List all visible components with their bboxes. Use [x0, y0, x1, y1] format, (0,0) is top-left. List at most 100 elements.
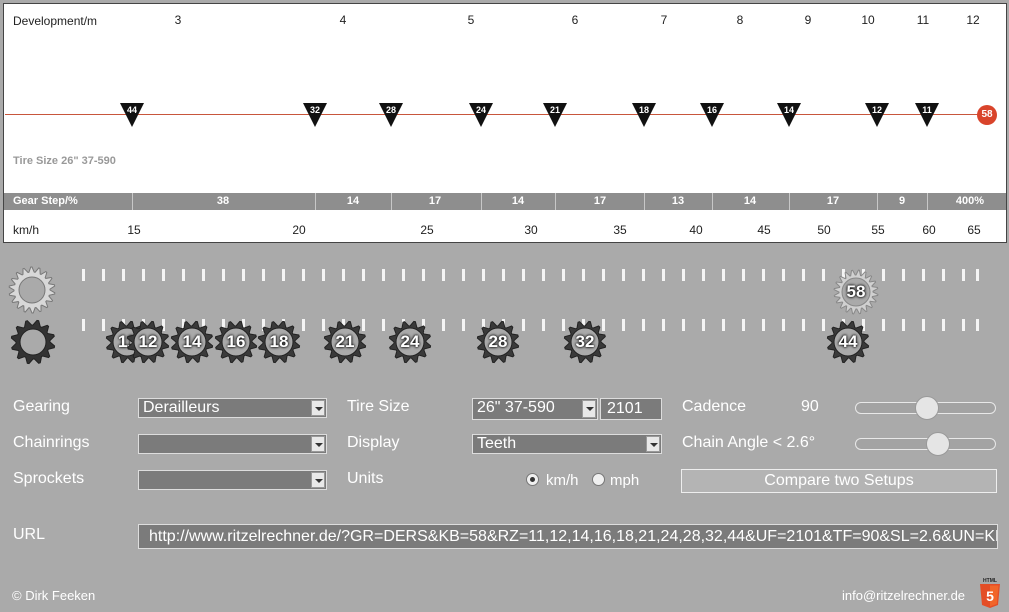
url-input[interactable]: http://www.ritzelrechner.de/?GR=DERS&KB=…	[138, 524, 998, 549]
units-label: Units	[347, 470, 384, 487]
development-label: Development/m	[13, 14, 98, 28]
gear-teeth-label: 18	[269, 332, 289, 351]
gear-teeth-label: 14	[182, 332, 202, 351]
chainring-gear[interactable]: 58	[833, 269, 879, 315]
sprocket-marker: 24	[467, 102, 495, 128]
sprocket-marker: 18	[630, 102, 658, 128]
speed-unit-label: km/h	[13, 223, 40, 237]
url-label: URL	[13, 526, 46, 543]
cadence-label: Cadence	[682, 398, 747, 415]
tire-size-select[interactable]: 26" 37-590	[472, 398, 598, 420]
gear-teeth-label: 28	[488, 332, 508, 351]
html5-icon: HTML 5	[980, 578, 1000, 608]
display-label: Display	[347, 434, 400, 451]
unit-kmh-label[interactable]: km/h	[546, 472, 579, 489]
sprocket-marker-label: 24	[475, 105, 486, 115]
sprocket-marker: 14	[775, 102, 803, 128]
speed-tick-label: 25	[420, 223, 434, 237]
gear-teeth-label: 58	[846, 282, 866, 301]
unit-kmh-radio[interactable]	[526, 473, 539, 486]
gear-chart: Development/m 3 4 5 6 7 8 9 10 11 12 44 32 28 24 21 18…	[3, 3, 1007, 243]
gear-step-value: 17	[826, 195, 840, 207]
gear-teeth-label: 24	[400, 332, 420, 351]
development-tick-label: 11	[916, 13, 930, 27]
copyright-text: © Dirk Feeken	[12, 588, 96, 603]
development-tick-label: 7	[660, 13, 668, 27]
development-tick-label: 5	[467, 13, 475, 27]
unit-mph-label[interactable]: mph	[610, 472, 639, 489]
speed-tick-label: 55	[871, 223, 885, 237]
sprocket-gear[interactable]: 44	[826, 320, 870, 364]
unit-mph-radio[interactable]	[592, 473, 605, 486]
chevron-down-icon	[582, 400, 596, 418]
email-link[interactable]: info@ritzelrechner.de	[842, 588, 965, 603]
speed-tick-label: 15	[127, 223, 141, 237]
sprocket-gear[interactable]: 21	[323, 320, 367, 364]
development-tick-label: 10	[861, 13, 875, 27]
sprocket-gear[interactable]: 14	[170, 320, 214, 364]
chainring-reference-icon	[8, 266, 56, 314]
chevron-down-icon	[646, 436, 660, 452]
sprocket-marker-label: 18	[638, 105, 649, 115]
speed-tick-label: 30	[524, 223, 538, 237]
gear-step-title: Gear Step/%	[13, 195, 78, 207]
chevron-down-icon	[311, 472, 325, 488]
speed-tick-label: 60	[922, 223, 936, 237]
cadence-slider[interactable]	[855, 396, 996, 420]
display-select-value: Teeth	[477, 435, 517, 452]
chevron-down-icon	[311, 436, 325, 452]
sprocket-marker-label: 21	[549, 105, 560, 115]
gearing-select-value: Derailleurs	[143, 399, 220, 416]
chain-angle-slider[interactable]	[855, 432, 996, 456]
speed-tick-label: 50	[817, 223, 831, 237]
sprocket-gear[interactable]: 18	[257, 320, 301, 364]
sprocket-gear[interactable]: 24	[388, 320, 432, 364]
development-tick-label: 9	[804, 13, 812, 27]
sprocket-marker: 16	[698, 102, 726, 128]
sprocket-marker-label: 32	[309, 105, 320, 115]
sprocket-marker-label: 16	[706, 105, 717, 115]
gear-step-value: 17	[593, 195, 607, 207]
chainring-line	[5, 114, 985, 115]
gear-step-bar: Gear Step/% 38 14 17 14 17 13 14 17 9 400%	[4, 193, 1006, 210]
gearing-select[interactable]: Derailleurs	[138, 398, 327, 418]
gear-teeth-label: 12	[138, 332, 158, 351]
gear-teeth-label: 44	[838, 332, 858, 351]
cadence-slider-handle[interactable]	[915, 396, 939, 420]
sprocket-marker-label: 44	[126, 105, 137, 115]
speed-tick-label: 65	[967, 223, 981, 237]
sprocket-marker-label: 14	[783, 105, 794, 115]
display-select[interactable]: Teeth	[472, 434, 662, 454]
gear-teeth-label: 21	[335, 332, 355, 351]
gear-step-value: 17	[428, 195, 442, 207]
sprocket-marker: 12	[863, 102, 891, 128]
sprocket-gear[interactable]: 28	[476, 320, 520, 364]
sprocket-marker-label: 11	[922, 105, 932, 115]
tire-size-label: Tire Size	[347, 398, 410, 415]
chainring-marker: 58	[977, 105, 997, 125]
speed-tick-label: 35	[613, 223, 627, 237]
development-tick-label: 6	[571, 13, 579, 27]
chain-angle-slider-handle[interactable]	[926, 432, 950, 456]
sprocket-gear[interactable]: 32	[563, 320, 607, 364]
svg-text:5: 5	[986, 588, 994, 604]
chain-angle-label: Chain Angle < 2.6°	[682, 434, 816, 451]
sprockets-select[interactable]	[138, 470, 327, 490]
gear-step-value: 14	[346, 195, 360, 207]
speed-tick-label: 40	[689, 223, 703, 237]
gear-step-value: 38	[216, 195, 230, 207]
compare-setups-button[interactable]: Compare two Setups	[681, 469, 997, 493]
cadence-value: 90	[801, 398, 819, 415]
gear-step-value: 14	[743, 195, 757, 207]
speed-tick-label: 45	[757, 223, 771, 237]
tire-circumference-input[interactable]: 2101	[600, 398, 662, 420]
sprocket-marker-label: 28	[385, 105, 396, 115]
chainrings-label: Chainrings	[13, 434, 90, 451]
gear-teeth-label: 16	[226, 332, 246, 351]
sprocket-gear[interactable]: 12	[126, 320, 170, 364]
sprocket-gear[interactable]: 16	[214, 320, 258, 364]
chainrings-select[interactable]	[138, 434, 327, 454]
tire-size-label: Tire Size 26" 37-590	[13, 155, 116, 167]
sprocket-reference-icon	[10, 319, 56, 365]
sprocket-marker: 21	[541, 102, 569, 128]
